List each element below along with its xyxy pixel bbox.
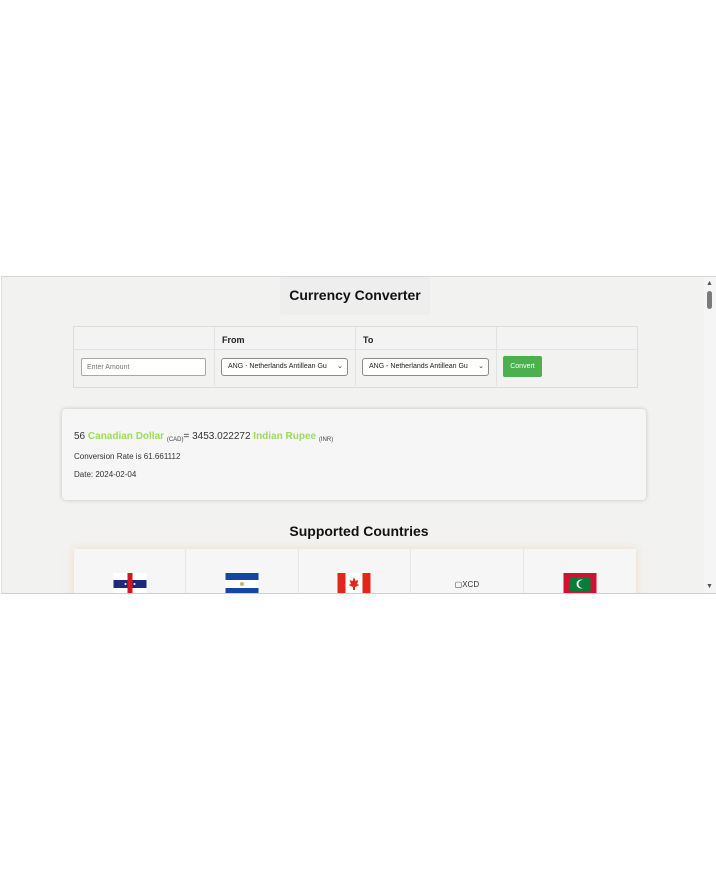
netherlands-antilles-flag-icon [113,573,147,593]
result-line: 56 Canadian Dollar (CAD)= 3453.022272 In… [74,431,333,443]
from-cell: ANG - Netherlands Antillean Gu ⌄ [215,350,356,386]
flag-card: ▢XCD [411,549,524,593]
title-box: Currency Converter [280,277,430,315]
amount-input[interactable] [81,358,206,376]
from-currency-code: (CAD) [166,437,184,443]
conversion-rate: Conversion Rate is 61.661112 [74,452,181,461]
result-card: 56 Canadian Dollar (CAD)= 3453.022272 In… [62,409,646,500]
convert-button[interactable]: Convert [503,356,542,377]
el-salvador-flag-icon [225,573,259,593]
page-title: Currency Converter [289,287,421,303]
to-select-value: ANG - Netherlands Antillean Gu [369,363,468,370]
xcd-alt-text: XCD [462,580,480,589]
from-currency-select[interactable]: ANG - Netherlands Antillean Gu ⌄ [221,358,348,376]
from-header: From [215,327,356,350]
canada-flag-icon [337,573,371,593]
to-cell: ANG - Netherlands Antillean Gu ⌄ [356,350,497,386]
empty-header-cell [74,327,215,350]
to-currency-code: (INR) [318,437,334,443]
result-amount: 56 [74,431,86,442]
supported-countries-title: Supported Countries [289,523,429,539]
chevron-down-icon: ⌄ [478,363,484,370]
chevron-down-icon: ⌄ [337,363,343,370]
amount-cell [74,350,215,386]
to-currency-name: Indian Rupee [253,431,317,442]
convert-cell: Convert [497,350,637,386]
scroll-down-arrow-icon[interactable]: ▼ [706,583,713,590]
empty-header-cell-2 [497,327,637,350]
to-header: To [356,327,497,350]
flag-card [74,549,187,593]
from-currency-name: Canadian Dollar [87,431,165,442]
scroll-up-arrow-icon[interactable]: ▲ [706,280,713,287]
flag-card [186,549,299,593]
scrollbar[interactable]: ▲ ▼ [704,277,716,593]
flag-card [299,549,412,593]
maldives-flag-icon [563,573,597,593]
conversion-date: Date: 2024-02-04 [74,470,137,479]
browser-viewport: Currency Converter From To ANG - Netherl… [1,276,716,594]
flag-card [524,549,636,593]
flags-row: ▢XCD [74,549,636,593]
scrollbar-thumb[interactable] [707,291,712,309]
from-select-value: ANG - Netherlands Antillean Gu [228,363,327,370]
to-currency-select[interactable]: ANG - Netherlands Antillean Gu ⌄ [362,358,489,376]
xcd-broken-image: ▢XCD [411,580,522,589]
converter-table: From To ANG - Netherlands Antillean Gu ⌄… [73,326,638,388]
result-value: = 3453.022272 [183,431,251,442]
